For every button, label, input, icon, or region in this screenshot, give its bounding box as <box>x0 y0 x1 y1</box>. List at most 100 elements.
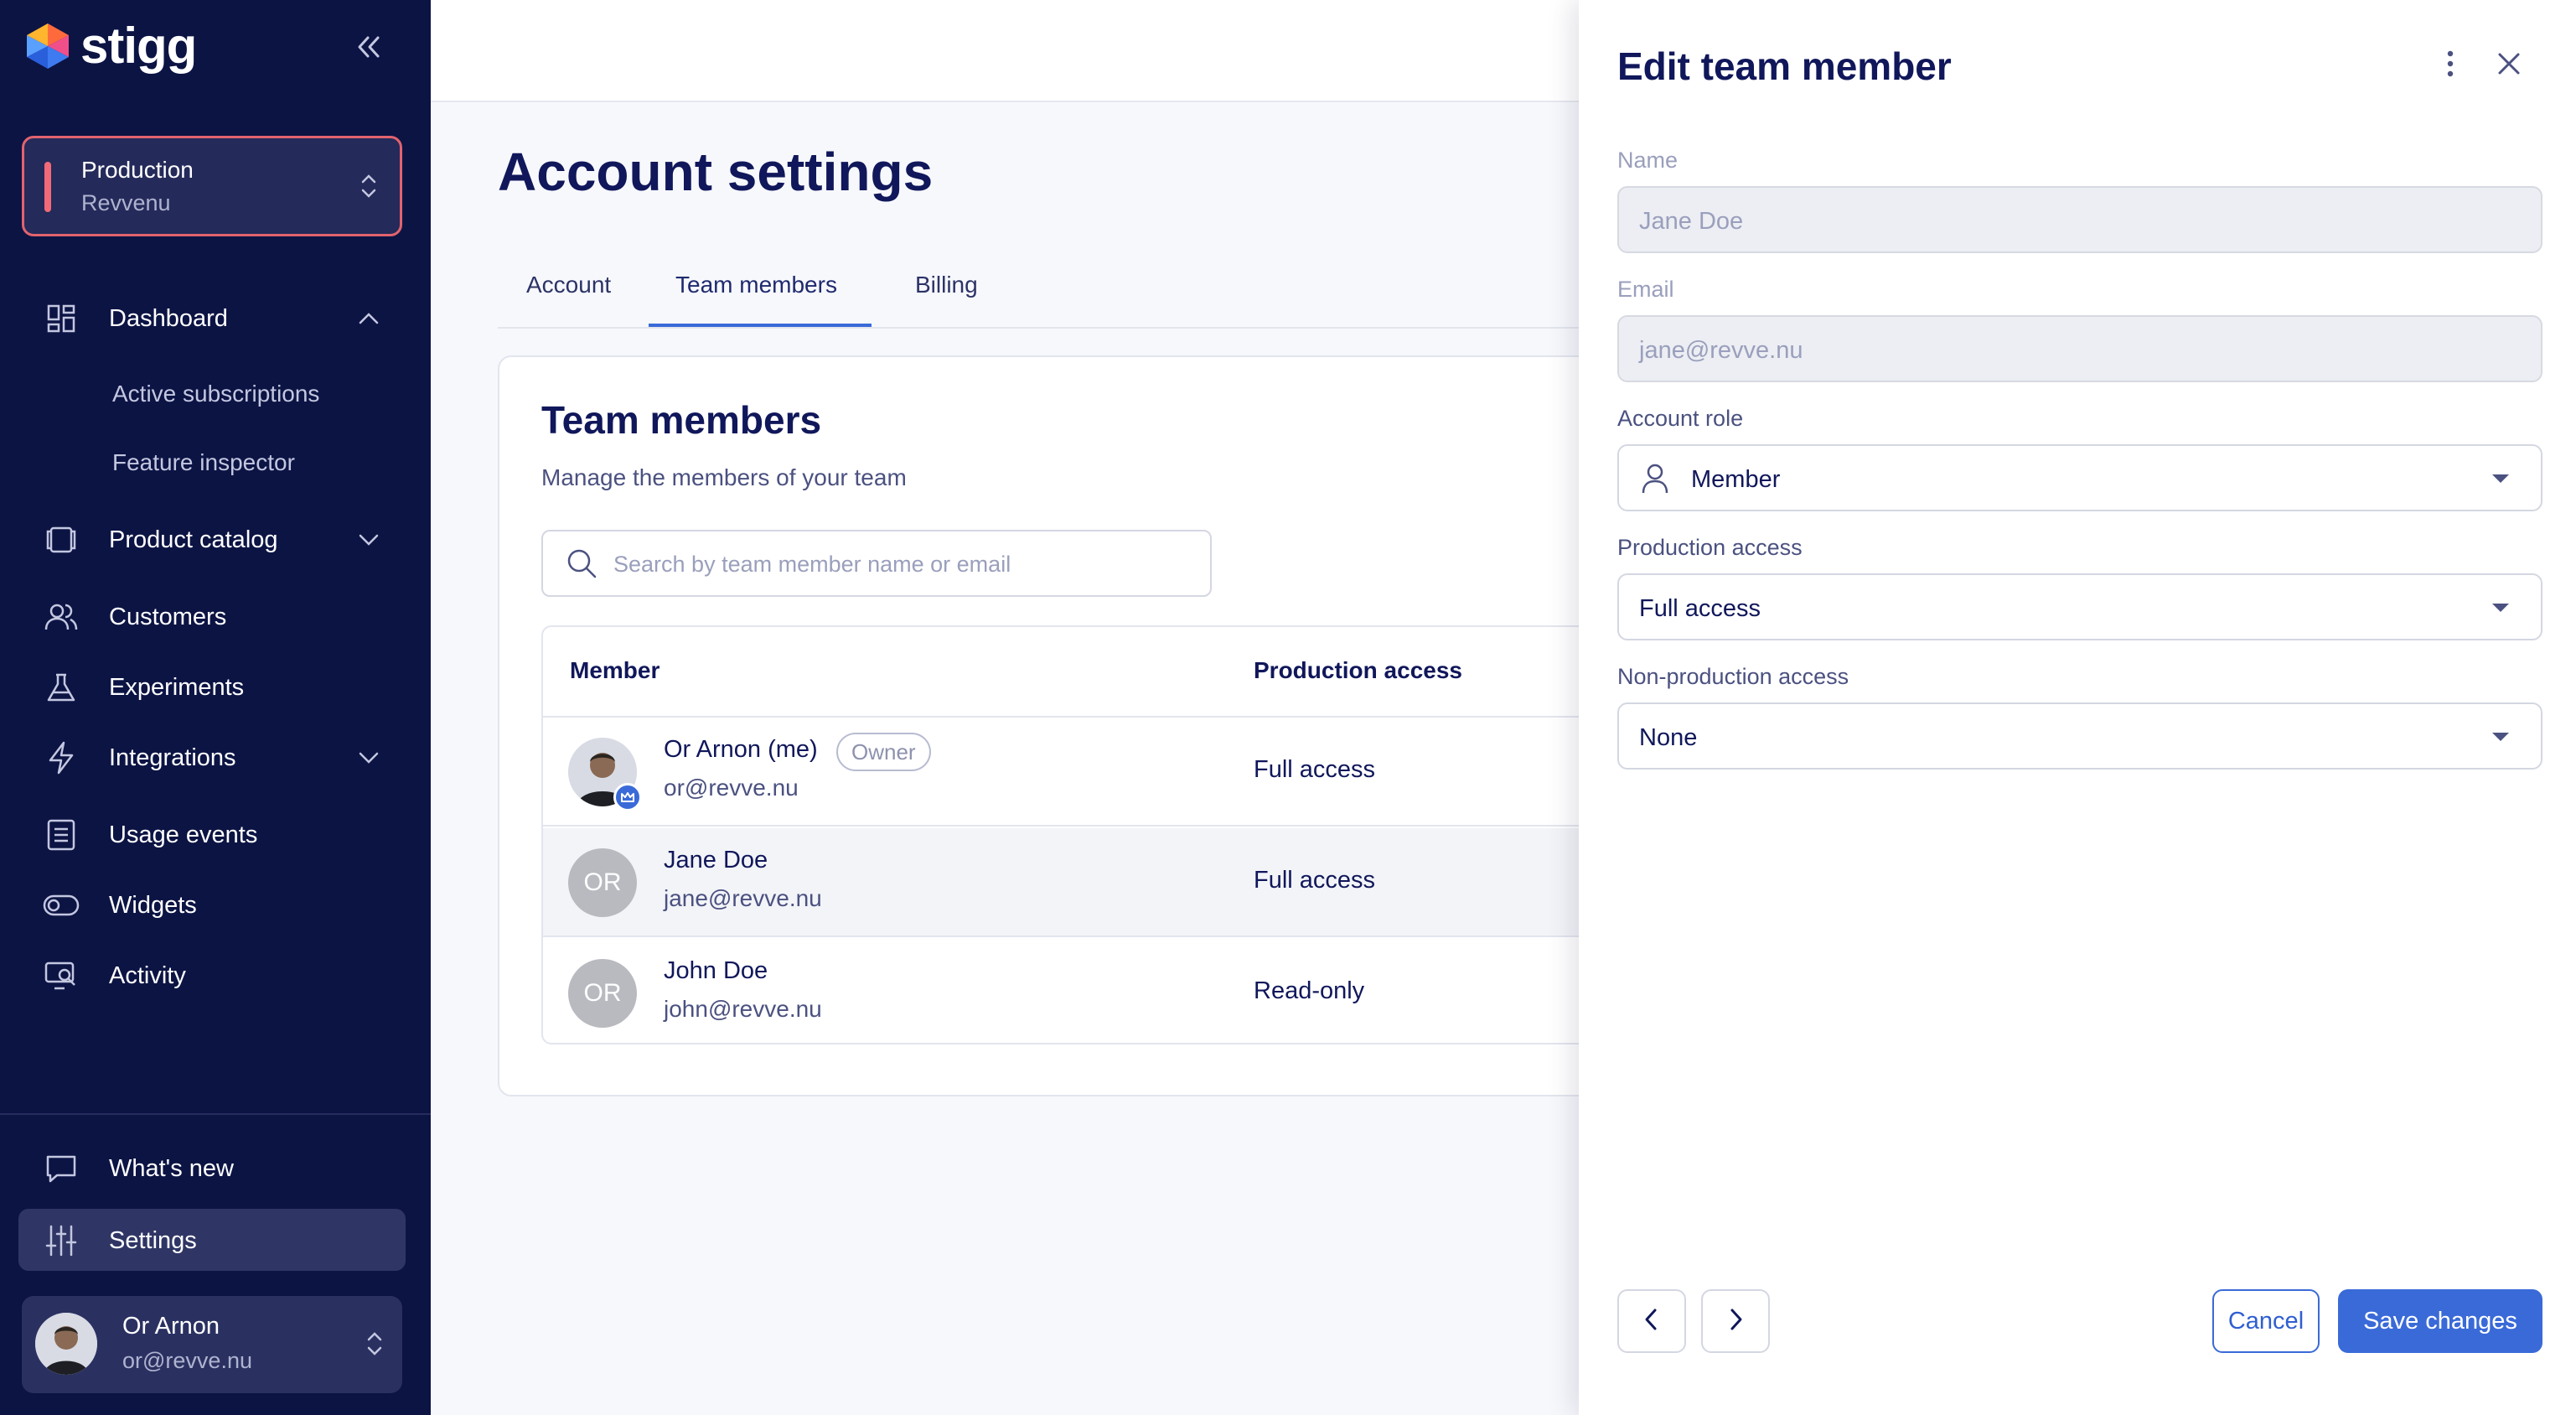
sidebar-item-dashboard[interactable]: Dashboard <box>42 293 394 344</box>
account-role-value: Member <box>1691 466 1781 493</box>
settings-tabs: Account Team members Billing <box>498 268 1579 329</box>
section-subtitle: Manage the members of your team <box>541 464 907 490</box>
chevron-up-down-icon <box>360 172 378 205</box>
user-email: or@revve.nu <box>122 1348 252 1373</box>
cancel-button[interactable]: Cancel <box>2212 1289 2320 1353</box>
dashboard-icon <box>42 299 80 338</box>
table-row[interactable]: OR John Doe john@revve.nu Read-only <box>543 939 1679 1043</box>
tab-billing[interactable]: Billing <box>915 272 978 327</box>
tab-team-members[interactable]: Team members <box>675 272 837 327</box>
user-icon <box>1641 463 1669 499</box>
sidebar-item-usage-events[interactable]: Usage events <box>42 810 394 860</box>
chevron-left-icon <box>1642 1307 1662 1336</box>
avatar: OR <box>568 848 637 917</box>
collapse-sidebar-icon[interactable] <box>350 29 387 65</box>
owner-crown-icon <box>613 783 642 811</box>
chevron-up-down-icon <box>365 1329 384 1362</box>
sidebar-item-widgets[interactable]: Widgets <box>42 880 394 930</box>
name-value: Jane Doe <box>1639 208 1744 235</box>
production-access-value: Full access <box>1639 595 1761 622</box>
production-access-value: Full access <box>1254 867 1376 894</box>
message-icon <box>42 1149 80 1188</box>
previous-member-button[interactable] <box>1617 1289 1686 1353</box>
sidebar-item-integrations[interactable]: Integrations <box>42 733 394 783</box>
name-field: Jane Doe <box>1617 186 2542 253</box>
team-members-card: Team members Manage the members of your … <box>498 355 1681 1096</box>
environment-color-bar <box>44 162 51 212</box>
list-document-icon <box>42 816 80 854</box>
chevron-down-icon <box>355 526 382 560</box>
section-title: Team members <box>541 398 822 442</box>
avatar <box>35 1313 97 1375</box>
caret-down-icon <box>2492 733 2509 741</box>
active-tab-indicator <box>649 324 872 327</box>
caret-down-icon <box>2492 474 2509 483</box>
sidebar-item-whats-new[interactable]: What's new <box>42 1143 394 1194</box>
table-row[interactable]: Or Arnon (me) Owner or@revve.nu Full acc… <box>543 718 1679 827</box>
save-changes-button[interactable]: Save changes <box>2338 1289 2542 1353</box>
team-members-table: Member Production access Or Arnon (me) O… <box>541 625 1681 1044</box>
sidebar-item-label: Customers <box>109 603 227 630</box>
sidebar-item-label: What's new <box>109 1154 234 1182</box>
monitor-search-icon <box>42 956 80 995</box>
sidebar-item-settings[interactable]: Settings <box>42 1215 394 1266</box>
close-icon[interactable] <box>2492 47 2526 80</box>
avatar: OR <box>568 959 637 1028</box>
account-role-label: Account role <box>1617 406 1744 431</box>
search-icon <box>565 547 598 584</box>
member-name: Jane Doe <box>664 847 768 873</box>
sidebar-item-activity[interactable]: Activity <box>42 951 394 1001</box>
column-header-production-access: Production access <box>1254 657 1462 683</box>
email-label: Email <box>1617 277 1674 302</box>
page-title: Account settings <box>498 142 934 202</box>
search-input[interactable]: Search by team member name or email <box>541 530 1212 597</box>
product-catalog-icon <box>42 521 80 559</box>
drawer-title: Edit team member <box>1617 44 1952 88</box>
sidebar-item-active-subscriptions[interactable]: Active subscriptions <box>112 381 319 407</box>
flask-icon <box>42 668 80 707</box>
table-row[interactable]: OR Jane Doe jane@revve.nu Full access <box>543 828 1679 937</box>
sidebar-item-label: Settings <box>109 1226 197 1254</box>
environment-account: Revvenu <box>81 190 171 215</box>
production-access-value: Full access <box>1254 756 1376 783</box>
tab-account[interactable]: Account <box>526 272 611 327</box>
sidebar-item-label: Experiments <box>109 673 245 701</box>
account-role-select[interactable]: Member <box>1617 444 2542 511</box>
owner-badge: Owner <box>836 733 931 771</box>
toggle-icon <box>42 886 80 925</box>
sidebar: stigg Production Revvenu Dashboard Activ… <box>0 0 431 1415</box>
lightning-icon <box>42 739 80 777</box>
sidebar-item-label: Activity <box>109 961 186 989</box>
sidebar-divider <box>0 1113 431 1115</box>
user-name: Or Arnon <box>122 1313 220 1340</box>
user-menu[interactable]: Or Arnon or@revve.nu <box>22 1296 402 1393</box>
sidebar-item-label: Dashboard <box>109 304 228 332</box>
chevron-up-icon <box>355 305 382 339</box>
sidebar-item-label: Product catalog <box>109 526 278 553</box>
member-email: or@revve.nu <box>664 775 799 801</box>
environment-switcher[interactable]: Production Revvenu <box>22 136 402 236</box>
caret-down-icon <box>2492 604 2509 612</box>
sidebar-item-customers[interactable]: Customers <box>42 592 394 642</box>
chevron-right-icon <box>1725 1307 1746 1336</box>
email-field: jane@revve.nu <box>1617 315 2542 382</box>
stigg-logo-icon <box>22 20 74 72</box>
more-vertical-icon[interactable] <box>2434 47 2467 80</box>
sidebar-item-label: Widgets <box>109 891 197 919</box>
sidebar-item-feature-inspector[interactable]: Feature inspector <box>112 449 295 476</box>
production-access-value: Read-only <box>1254 977 1365 1004</box>
member-name: Or Arnon (me) <box>664 736 818 763</box>
production-access-select[interactable]: Full access <box>1617 573 2542 640</box>
users-icon <box>42 598 80 636</box>
edit-member-drawer: Edit team member Name Jane Doe Email jan… <box>1579 0 2576 1415</box>
non-production-access-select[interactable]: None <box>1617 702 2542 770</box>
sidebar-item-product-catalog[interactable]: Product catalog <box>42 515 394 565</box>
non-production-access-value: None <box>1639 724 1698 751</box>
member-email: john@revve.nu <box>664 996 822 1022</box>
next-member-button[interactable] <box>1701 1289 1770 1353</box>
chevron-down-icon <box>355 744 382 778</box>
avatar <box>568 738 642 811</box>
logo[interactable]: stigg <box>22 20 197 72</box>
member-email: jane@revve.nu <box>664 885 822 911</box>
sidebar-item-experiments[interactable]: Experiments <box>42 662 394 713</box>
